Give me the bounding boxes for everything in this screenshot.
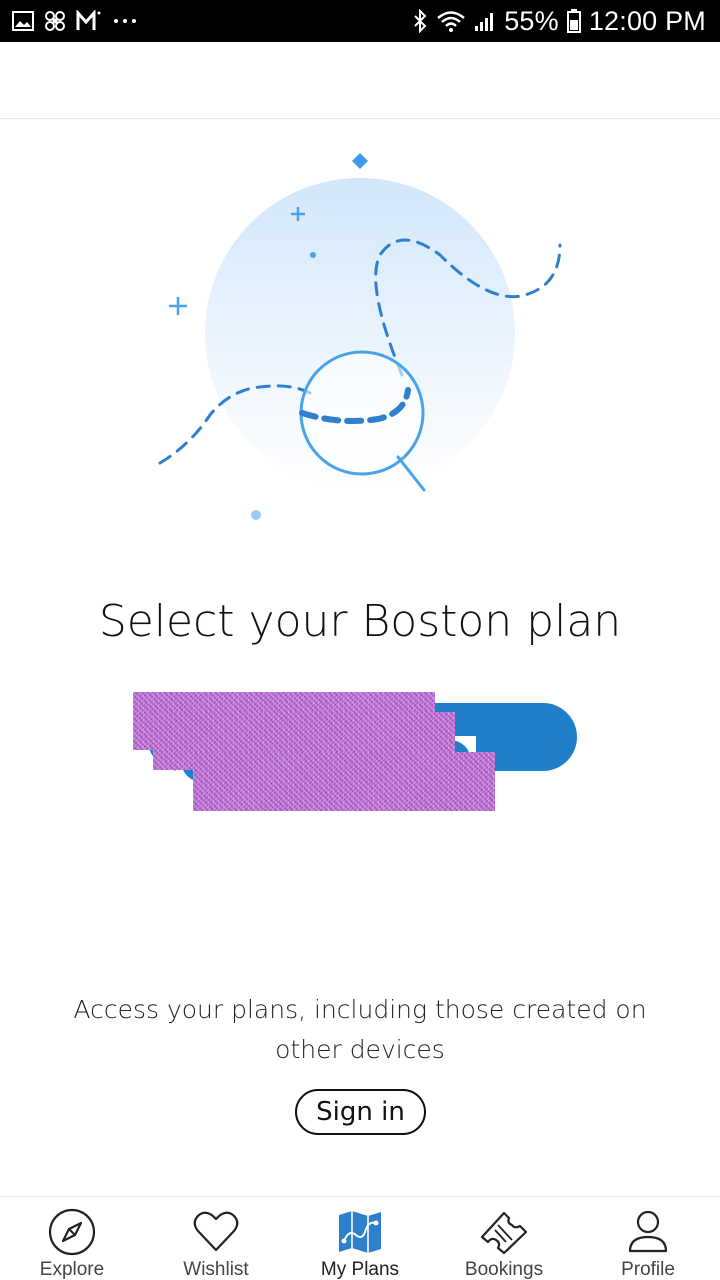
clock: 12:00 PM xyxy=(588,5,706,36)
nav-bookings[interactable]: Bookings xyxy=(432,1197,576,1280)
gmail-icon xyxy=(76,10,102,32)
user-icon xyxy=(622,1207,674,1257)
nav-label: My Plans xyxy=(320,1259,400,1280)
sign-in-button[interactable]: Sign in xyxy=(295,1089,426,1135)
bottom-nav: Explore Wishlist My Plans Bookings Profi… xyxy=(0,1196,720,1280)
status-bar: 55% 12:00 PM xyxy=(0,0,720,42)
status-right-icons: 55% 12:00 PM xyxy=(412,0,706,42)
heart-icon xyxy=(190,1207,242,1257)
nav-label: Wishlist xyxy=(183,1259,249,1280)
gallery-icon xyxy=(12,11,34,31)
signal-icon xyxy=(474,10,496,32)
header-area xyxy=(0,42,720,119)
page-title: Select your Boston plan xyxy=(98,596,622,647)
nav-my-plans[interactable]: My Plans xyxy=(288,1197,432,1280)
nav-label: Bookings xyxy=(464,1259,544,1280)
nav-label: Profile xyxy=(621,1259,675,1280)
map-icon xyxy=(334,1207,386,1257)
redacted-block xyxy=(193,752,495,811)
plans-illustration xyxy=(150,145,570,530)
nav-wishlist[interactable]: Wishlist xyxy=(144,1197,288,1280)
status-left-icons xyxy=(12,0,138,42)
nav-explore[interactable]: Explore xyxy=(0,1197,144,1280)
nav-label: Explore xyxy=(39,1259,105,1280)
sign-in-info-text: Access your plans, including those creat… xyxy=(73,995,647,1064)
fan-icon xyxy=(44,10,66,32)
battery-icon xyxy=(566,9,581,33)
more-dots-icon xyxy=(112,17,138,25)
compass-icon xyxy=(46,1207,98,1257)
wifi-icon xyxy=(436,9,466,33)
nav-profile[interactable]: Profile xyxy=(576,1197,720,1280)
bluetooth-icon xyxy=(412,9,428,33)
battery-percent: 55% xyxy=(504,5,559,36)
ticket-icon xyxy=(478,1207,530,1257)
